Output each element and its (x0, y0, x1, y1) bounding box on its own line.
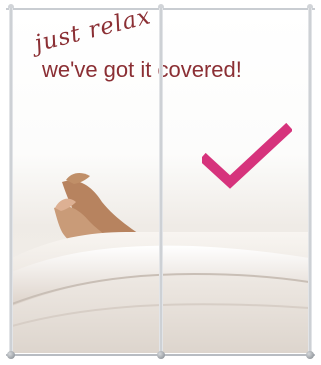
frame-foot-middle (157, 351, 165, 359)
frame-post-right (308, 8, 312, 356)
frame-foot-right (306, 351, 314, 359)
tagline-script: just relax (32, 10, 154, 58)
tagline-main: we've got it covered! (42, 57, 242, 82)
frame-post-left (9, 8, 13, 356)
check-mark-icon (202, 122, 292, 189)
frame-post-middle (159, 8, 163, 356)
frame-foot-left (7, 351, 15, 359)
shower-door-ad: just relax we've got it covered! (0, 0, 321, 365)
